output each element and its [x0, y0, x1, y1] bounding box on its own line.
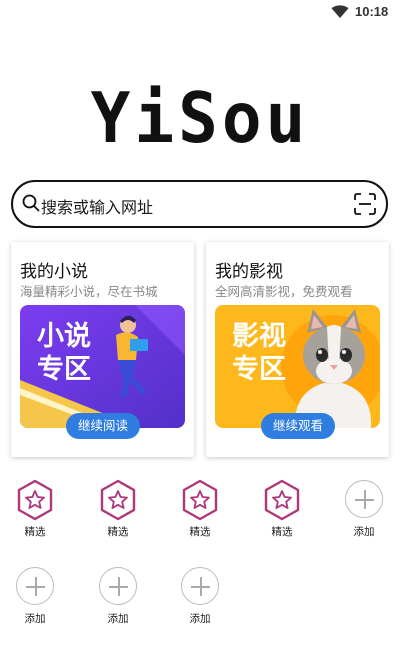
novel-card[interactable]: 我的小说 海量精彩小说，尽在书城 小说 专区 继续阅读 — [11, 242, 194, 457]
video-card[interactable]: 我的影视 全网高清影视，免费观看 影视 专区 继续观看 — [206, 242, 389, 457]
shortcut-add-3[interactable]: 添加 — [88, 566, 148, 632]
search-bar[interactable]: 搜索或输入网址 — [11, 180, 388, 228]
add-icon — [16, 567, 54, 605]
video-banner-art: 影视 专区 — [215, 305, 380, 428]
shortcut-label: 精选 — [24, 526, 46, 538]
scan-icon[interactable] — [354, 193, 376, 215]
continue-reading-button[interactable]: 继续阅读 — [66, 413, 140, 439]
continue-watching-button[interactable]: 继续观看 — [261, 413, 335, 439]
video-card-subtitle: 全网高清影视，免费观看 — [215, 284, 353, 299]
app-logo: YiSou — [90, 78, 310, 159]
status-bar: 10:18 — [0, 0, 400, 26]
shortcut-add-1[interactable]: 添加 — [334, 479, 394, 545]
search-input[interactable]: 搜索或输入网址 — [41, 194, 153, 218]
shortcut-featured-4[interactable]: 精选 — [252, 479, 312, 545]
add-icon — [181, 567, 219, 605]
shortcut-featured-2[interactable]: 精选 — [88, 479, 148, 545]
video-banner-text-2: 专区 — [232, 354, 286, 385]
novel-card-subtitle: 海量精彩小说，尽在书城 — [20, 284, 158, 299]
status-time: 10:18 — [355, 4, 389, 19]
shortcut-label: 精选 — [271, 526, 293, 538]
video-banner[interactable]: 影视 专区 — [215, 305, 380, 428]
novel-banner-text-1: 小说 — [37, 321, 91, 352]
shortcut-add-4[interactable]: 添加 — [170, 566, 230, 632]
shortcut-label: 精选 — [189, 526, 211, 538]
novel-card-title: 我的小说 — [20, 262, 88, 282]
video-card-title: 我的影视 — [215, 262, 283, 282]
shortcut-label: 精选 — [107, 526, 129, 538]
novel-banner[interactable]: 小说 专区 — [20, 305, 185, 428]
shortcut-label: 添加 — [24, 613, 46, 625]
shortcut-label: 添加 — [189, 613, 211, 625]
wifi-icon — [331, 5, 349, 18]
featured-star-icon — [17, 479, 53, 521]
shortcut-featured-1[interactable]: 精选 — [5, 479, 65, 545]
shortcut-label: 添加 — [107, 613, 129, 625]
shortcut-add-2[interactable]: 添加 — [5, 566, 65, 632]
featured-star-icon — [264, 479, 300, 521]
search-icon — [22, 194, 40, 212]
featured-star-icon — [100, 479, 136, 521]
shortcut-featured-3[interactable]: 精选 — [170, 479, 230, 545]
featured-star-icon — [182, 479, 218, 521]
shortcut-label: 添加 — [353, 526, 375, 538]
novel-banner-text-2: 专区 — [37, 354, 91, 385]
add-icon — [99, 567, 137, 605]
novel-banner-art: 小说 专区 — [20, 305, 185, 428]
add-icon — [345, 480, 383, 518]
video-banner-text-1: 影视 — [232, 321, 286, 352]
